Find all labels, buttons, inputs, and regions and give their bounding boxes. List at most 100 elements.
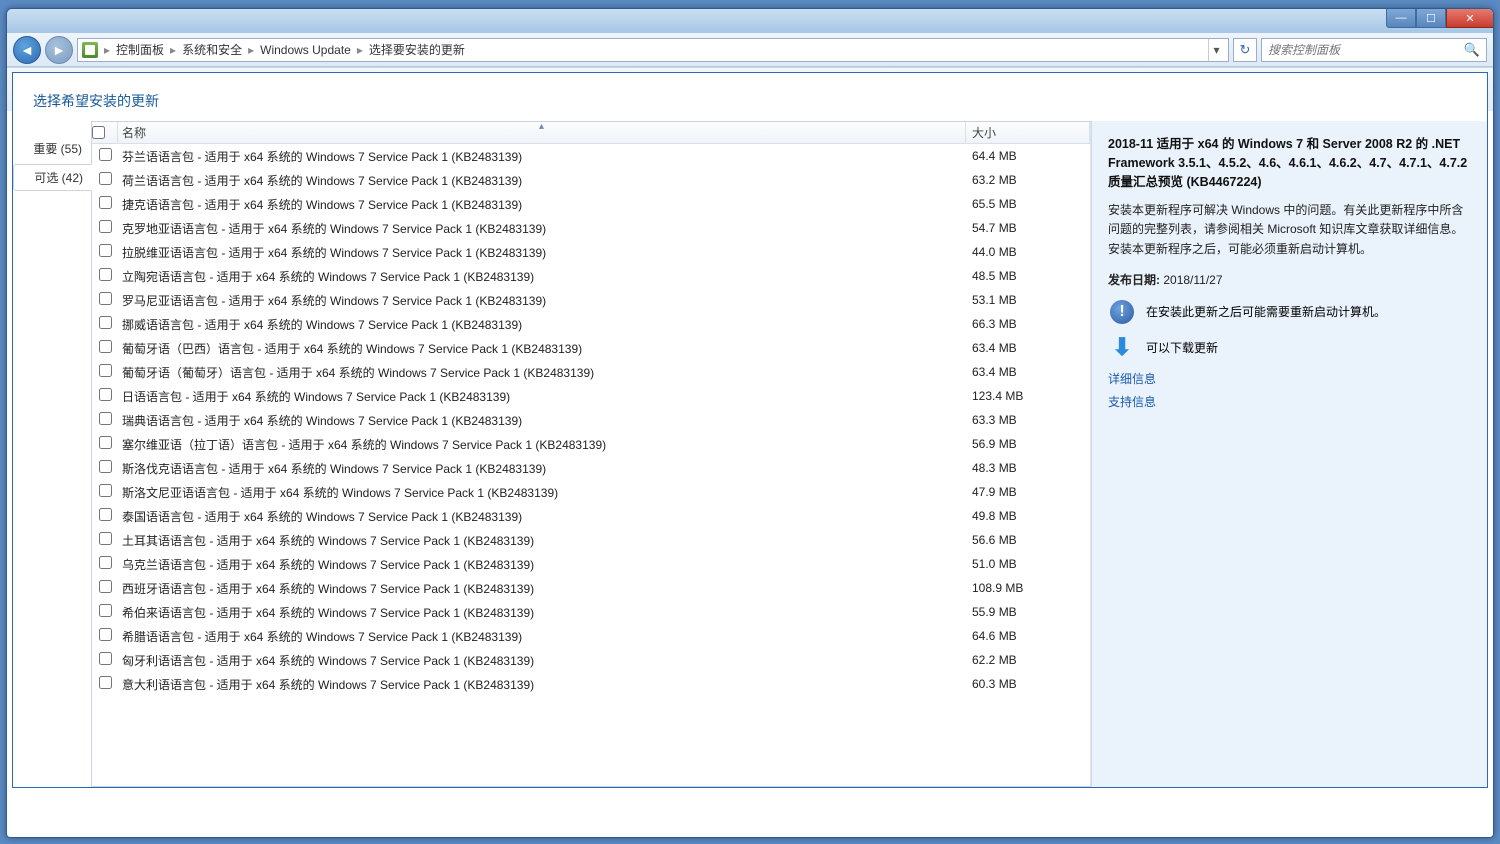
row-checkbox[interactable]	[99, 484, 112, 497]
back-button[interactable]: ◄	[13, 36, 41, 64]
row-checkbox[interactable]	[99, 580, 112, 593]
breadcrumb-item[interactable]: 控制面板	[116, 41, 164, 58]
row-checkbox[interactable]	[99, 508, 112, 521]
row-checkbox[interactable]	[99, 532, 112, 545]
select-all-column[interactable]	[92, 122, 118, 143]
search-box[interactable]: 🔍	[1261, 38, 1487, 62]
close-button[interactable]: ✕	[1446, 8, 1494, 28]
table-row[interactable]: 斯洛伐克语语言包 - 适用于 x64 系统的 Windows 7 Service…	[92, 456, 1090, 480]
minimize-button[interactable]: —	[1386, 8, 1416, 28]
list-header: 名称▴ 大小	[92, 122, 1090, 144]
address-dropdown[interactable]: ▾	[1208, 39, 1224, 61]
list-body[interactable]: 芬兰语语言包 - 适用于 x64 系统的 Windows 7 Service P…	[92, 144, 1090, 786]
chevron-right-icon[interactable]: ▸	[104, 43, 110, 57]
tab-important[interactable]: 重要 (55)	[13, 135, 91, 162]
detail-download-note: 可以下载更新	[1146, 339, 1218, 356]
update-name: 克罗地亚语语言包 - 适用于 x64 系统的 Windows 7 Service…	[118, 220, 966, 237]
row-checkbox[interactable]	[99, 412, 112, 425]
row-checkbox[interactable]	[99, 172, 112, 185]
update-name: 斯洛文尼亚语语言包 - 适用于 x64 系统的 Windows 7 Servic…	[118, 484, 966, 501]
table-row[interactable]: 捷克语语言包 - 适用于 x64 系统的 Windows 7 Service P…	[92, 192, 1090, 216]
table-row[interactable]: 荷兰语语言包 - 适用于 x64 系统的 Windows 7 Service P…	[92, 168, 1090, 192]
chevron-right-icon[interactable]: ▸	[170, 43, 176, 57]
table-row[interactable]: 匈牙利语语言包 - 适用于 x64 系统的 Windows 7 Service …	[92, 648, 1090, 672]
update-name: 希腊语语言包 - 适用于 x64 系统的 Windows 7 Service P…	[118, 628, 966, 645]
row-checkbox[interactable]	[99, 340, 112, 353]
row-checkbox[interactable]	[99, 628, 112, 641]
table-row[interactable]: 葡萄牙语（葡萄牙）语言包 - 适用于 x64 系统的 Windows 7 Ser…	[92, 360, 1090, 384]
titlebar[interactable]: — ☐ ✕	[7, 9, 1493, 33]
table-row[interactable]: 希腊语语言包 - 适用于 x64 系统的 Windows 7 Service P…	[92, 624, 1090, 648]
row-checkbox[interactable]	[99, 460, 112, 473]
table-row[interactable]: 塞尔维亚语（拉丁语）语言包 - 适用于 x64 系统的 Windows 7 Se…	[92, 432, 1090, 456]
row-checkbox[interactable]	[99, 292, 112, 305]
link-more-info[interactable]: 详细信息	[1108, 370, 1471, 387]
search-input[interactable]	[1268, 43, 1464, 57]
update-name: 立陶宛语语言包 - 适用于 x64 系统的 Windows 7 Service …	[118, 268, 966, 285]
category-tabs: 重要 (55) 可选 (42)	[13, 121, 91, 787]
table-row[interactable]: 克罗地亚语语言包 - 适用于 x64 系统的 Windows 7 Service…	[92, 216, 1090, 240]
refresh-button[interactable]: ↻	[1233, 38, 1257, 62]
link-support-info[interactable]: 支持信息	[1108, 393, 1471, 410]
row-checkbox[interactable]	[99, 196, 112, 209]
table-row[interactable]: 希伯来语语言包 - 适用于 x64 系统的 Windows 7 Service …	[92, 600, 1090, 624]
table-row[interactable]: 立陶宛语语言包 - 适用于 x64 系统的 Windows 7 Service …	[92, 264, 1090, 288]
table-row[interactable]: 罗马尼亚语语言包 - 适用于 x64 系统的 Windows 7 Service…	[92, 288, 1090, 312]
chevron-right-icon[interactable]: ▸	[357, 43, 363, 57]
select-all-checkbox[interactable]	[92, 126, 105, 139]
update-name: 挪威语语言包 - 适用于 x64 系统的 Windows 7 Service P…	[118, 316, 966, 333]
window: — ☐ ✕ ◄ ► ▸ 控制面板 ▸ 系统和安全 ▸ Windows Updat…	[6, 8, 1494, 838]
table-row[interactable]: 葡萄牙语（巴西）语言包 - 适用于 x64 系统的 Windows 7 Serv…	[92, 336, 1090, 360]
table-row[interactable]: 土耳其语语言包 - 适用于 x64 系统的 Windows 7 Service …	[92, 528, 1090, 552]
chevron-right-icon[interactable]: ▸	[248, 43, 254, 57]
table-row[interactable]: 斯洛文尼亚语语言包 - 适用于 x64 系统的 Windows 7 Servic…	[92, 480, 1090, 504]
row-checkbox[interactable]	[99, 244, 112, 257]
maximize-button[interactable]: ☐	[1416, 8, 1446, 28]
update-name: 斯洛伐克语语言包 - 适用于 x64 系统的 Windows 7 Service…	[118, 460, 966, 477]
row-checkbox[interactable]	[99, 556, 112, 569]
update-name: 葡萄牙语（葡萄牙）语言包 - 适用于 x64 系统的 Windows 7 Ser…	[118, 364, 966, 381]
column-size[interactable]: 大小	[966, 122, 1090, 143]
table-row[interactable]: 乌克兰语语言包 - 适用于 x64 系统的 Windows 7 Service …	[92, 552, 1090, 576]
update-name: 塞尔维亚语（拉丁语）语言包 - 适用于 x64 系统的 Windows 7 Se…	[118, 436, 966, 453]
tab-optional[interactable]: 可选 (42)	[13, 164, 92, 191]
info-icon: !	[1108, 298, 1136, 326]
row-checkbox[interactable]	[99, 436, 112, 449]
address-bar[interactable]: ▸ 控制面板 ▸ 系统和安全 ▸ Windows Update ▸ 选择要安装的…	[77, 38, 1229, 62]
row-checkbox[interactable]	[99, 268, 112, 281]
search-icon[interactable]: 🔍	[1464, 42, 1480, 58]
update-size: 63.3 MB	[966, 413, 1090, 427]
breadcrumb-item[interactable]: 系统和安全	[182, 41, 242, 58]
row-checkbox[interactable]	[99, 388, 112, 401]
forward-button[interactable]: ►	[45, 36, 73, 64]
table-row[interactable]: 意大利语语言包 - 适用于 x64 系统的 Windows 7 Service …	[92, 672, 1090, 696]
update-size: 54.7 MB	[966, 221, 1090, 235]
row-checkbox[interactable]	[99, 220, 112, 233]
detail-title: 2018-11 适用于 x64 的 Windows 7 和 Server 200…	[1108, 135, 1471, 191]
table-row[interactable]: 拉脱维亚语语言包 - 适用于 x64 系统的 Windows 7 Service…	[92, 240, 1090, 264]
update-size: 63.4 MB	[966, 365, 1090, 379]
breadcrumb-item[interactable]: 选择要安装的更新	[369, 41, 465, 58]
column-name[interactable]: 名称▴	[118, 122, 966, 143]
navbar: ◄ ► ▸ 控制面板 ▸ 系统和安全 ▸ Windows Update ▸ 选择…	[7, 33, 1493, 67]
update-size: 65.5 MB	[966, 197, 1090, 211]
row-checkbox[interactable]	[99, 652, 112, 665]
table-row[interactable]: 瑞典语语言包 - 适用于 x64 系统的 Windows 7 Service P…	[92, 408, 1090, 432]
row-checkbox[interactable]	[99, 676, 112, 689]
update-name: 希伯来语语言包 - 适用于 x64 系统的 Windows 7 Service …	[118, 604, 966, 621]
table-row[interactable]: 挪威语语言包 - 适用于 x64 系统的 Windows 7 Service P…	[92, 312, 1090, 336]
download-icon: ⬇	[1108, 334, 1136, 362]
table-row[interactable]: 芬兰语语言包 - 适用于 x64 系统的 Windows 7 Service P…	[92, 144, 1090, 168]
breadcrumb-item[interactable]: Windows Update	[260, 43, 351, 57]
update-name: 瑞典语语言包 - 适用于 x64 系统的 Windows 7 Service P…	[118, 412, 966, 429]
update-size: 55.9 MB	[966, 605, 1090, 619]
table-row[interactable]: 日语语言包 - 适用于 x64 系统的 Windows 7 Service Pa…	[92, 384, 1090, 408]
row-checkbox[interactable]	[99, 148, 112, 161]
update-name: 罗马尼亚语语言包 - 适用于 x64 系统的 Windows 7 Service…	[118, 292, 966, 309]
row-checkbox[interactable]	[99, 604, 112, 617]
table-row[interactable]: 泰国语语言包 - 适用于 x64 系统的 Windows 7 Service P…	[92, 504, 1090, 528]
row-checkbox[interactable]	[99, 316, 112, 329]
row-checkbox[interactable]	[99, 364, 112, 377]
table-row[interactable]: 西班牙语语言包 - 适用于 x64 系统的 Windows 7 Service …	[92, 576, 1090, 600]
update-size: 47.9 MB	[966, 485, 1090, 499]
